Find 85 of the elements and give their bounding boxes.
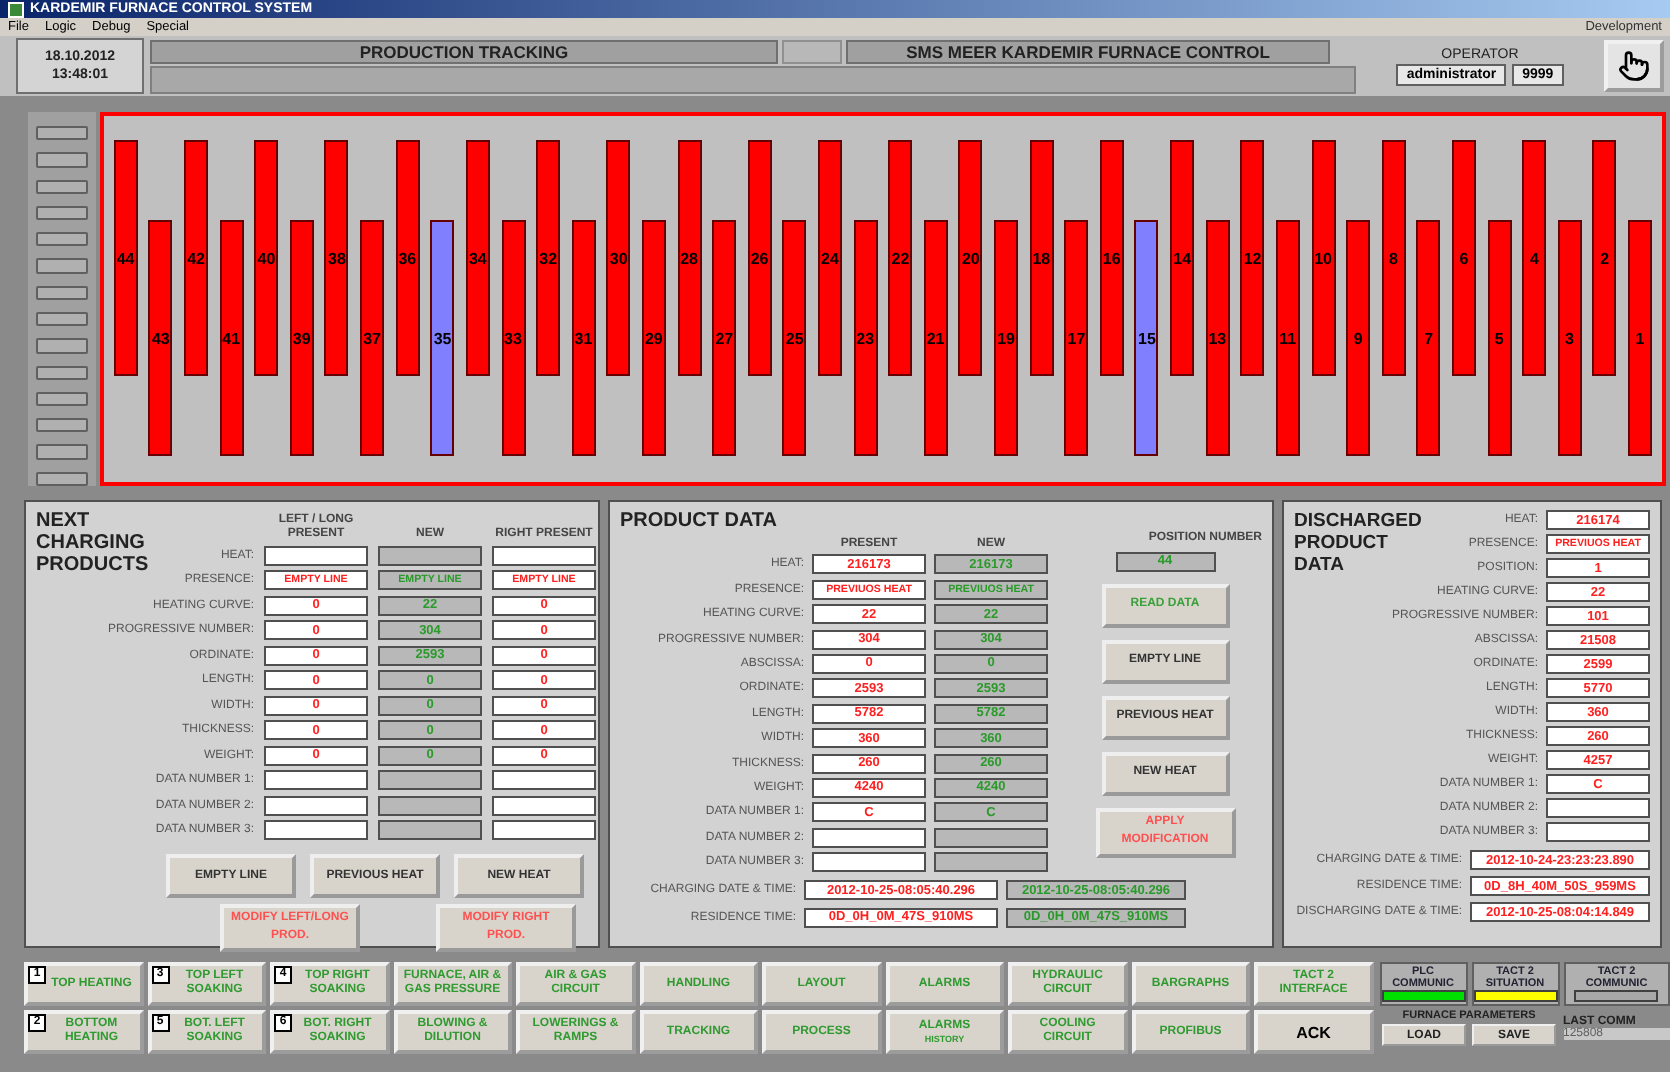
slab[interactable]: 39 <box>289 220 314 456</box>
slab[interactable]: 27 <box>712 220 737 456</box>
value-field[interactable] <box>492 820 596 840</box>
slab[interactable]: 26 <box>747 140 772 376</box>
value-field[interactable] <box>378 545 482 565</box>
slab[interactable]: 3 <box>1557 220 1582 456</box>
value-field[interactable] <box>264 820 368 840</box>
slot-marker <box>36 418 88 433</box>
slot-marker <box>36 126 88 141</box>
slab[interactable]: 11 <box>1275 220 1300 456</box>
slot-marker <box>36 311 88 327</box>
slot-marker <box>36 258 88 274</box>
value-field[interactable] <box>1546 822 1650 842</box>
value-field[interactable] <box>264 770 368 790</box>
slab[interactable]: 42 <box>184 140 209 376</box>
slab[interactable]: 21 <box>923 220 948 456</box>
slab[interactable]: 31 <box>571 220 596 456</box>
slab[interactable]: 16 <box>1099 140 1124 376</box>
slab[interactable]: 9 <box>1346 220 1371 456</box>
system-title: SMS MEER KARDEMIR FURNACE CONTROL <box>846 40 1330 65</box>
slab[interactable]: 40 <box>254 140 279 376</box>
slab[interactable]: 23 <box>853 220 878 456</box>
panel-title: PRODUCT DATA <box>620 510 780 532</box>
value-field[interactable] <box>812 852 926 873</box>
panel-title: DISCHARGED PRODUCT DATA <box>1294 510 1424 578</box>
slab[interactable]: 36 <box>395 140 420 376</box>
slab[interactable]: 44 <box>113 140 138 376</box>
value-field[interactable] <box>934 827 1048 848</box>
slab[interactable]: 6 <box>1451 140 1476 376</box>
slab[interactable]: 25 <box>782 220 807 456</box>
slot-marker <box>36 205 88 221</box>
slab[interactable]: 30 <box>606 140 631 376</box>
value-field[interactable] <box>492 545 596 565</box>
slot-marker <box>36 179 88 194</box>
nav-button[interactable]: ACK <box>1254 1010 1373 1054</box>
value-field[interactable] <box>934 852 1048 873</box>
value-field[interactable] <box>378 770 482 790</box>
value-field[interactable] <box>378 795 482 815</box>
login-button[interactable] <box>1604 40 1664 92</box>
slab[interactable]: 15 <box>1134 220 1159 456</box>
page-title: PRODUCTION TRACKING <box>150 40 778 65</box>
slab[interactable]: 24 <box>817 140 842 376</box>
slab[interactable]: 37 <box>360 220 385 456</box>
slab[interactable]: 22 <box>888 140 913 376</box>
slab[interactable]: 17 <box>1064 220 1089 456</box>
slot-marker <box>36 285 88 300</box>
slot-marker <box>36 232 88 247</box>
slab[interactable]: 19 <box>994 220 1019 456</box>
slab[interactable]: 1 <box>1628 220 1652 456</box>
panel-title: NEXT CHARGING PRODUCTS <box>36 510 151 580</box>
slot-marker <box>36 444 88 460</box>
slot-marker <box>36 365 88 380</box>
slab[interactable]: 32 <box>536 140 561 376</box>
slab[interactable]: 14 <box>1170 140 1195 376</box>
value-field[interactable] <box>378 820 482 840</box>
pointer-icon <box>1618 50 1650 82</box>
slab[interactable]: 13 <box>1205 220 1230 456</box>
slab[interactable]: 10 <box>1311 140 1336 376</box>
slab[interactable]: 20 <box>958 140 983 376</box>
slab[interactable]: 5 <box>1487 220 1512 456</box>
slab[interactable]: 7 <box>1416 220 1441 456</box>
slab[interactable]: 4 <box>1522 140 1547 376</box>
slab[interactable]: 18 <box>1029 140 1054 376</box>
slot-marker <box>36 152 88 168</box>
slab[interactable]: 29 <box>641 220 666 456</box>
slot-marker <box>36 338 88 354</box>
slab[interactable]: 8 <box>1381 140 1406 376</box>
slab[interactable]: 35 <box>430 220 455 456</box>
slab[interactable]: 34 <box>465 140 490 376</box>
slab[interactable]: 2 <box>1592 140 1617 376</box>
slot-marker <box>36 471 88 486</box>
value-field[interactable] <box>264 795 368 815</box>
value-field[interactable] <box>1546 798 1650 818</box>
slab[interactable]: 38 <box>324 140 349 376</box>
value-field[interactable] <box>264 545 368 565</box>
slab[interactable]: 28 <box>677 140 702 376</box>
slab[interactable]: 41 <box>219 220 244 456</box>
value-field[interactable] <box>492 795 596 815</box>
slab[interactable]: 43 <box>148 220 173 456</box>
slab[interactable]: 12 <box>1240 140 1265 376</box>
value-field[interactable] <box>492 770 596 790</box>
slab[interactable]: 33 <box>501 220 525 456</box>
slot-marker <box>36 391 88 407</box>
value-field[interactable] <box>812 827 926 848</box>
app-icon <box>8 1 24 17</box>
